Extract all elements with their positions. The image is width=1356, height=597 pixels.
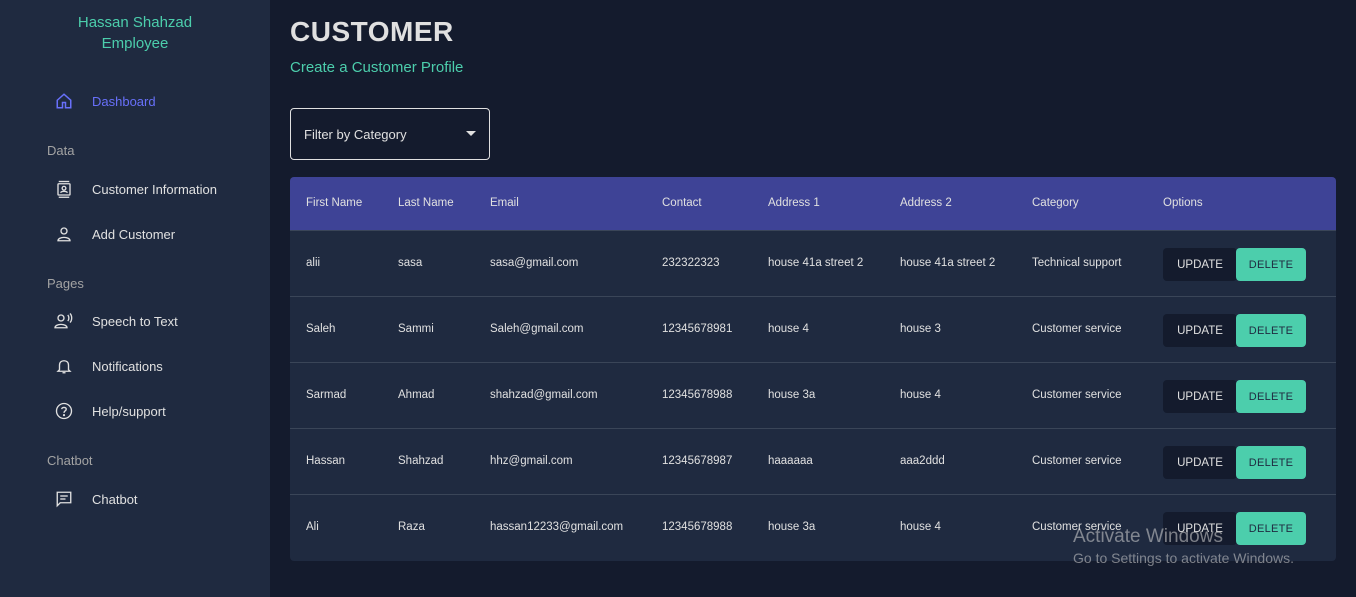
cell-category: Customer service bbox=[1032, 455, 1122, 467]
column-header-category[interactable]: Category bbox=[1032, 197, 1079, 209]
cell-first-name: Ali bbox=[306, 521, 319, 533]
user-profile: Hassan Shahzad Employee bbox=[0, 12, 270, 54]
cell-email: hassan12233@gmail.com bbox=[490, 521, 624, 533]
sidebar-item-help-support[interactable]: Help/support bbox=[52, 399, 166, 423]
cell-address-2: house 4 bbox=[900, 521, 941, 533]
delete-button[interactable]: DELETE bbox=[1236, 380, 1306, 413]
column-header-first-name[interactable]: First Name bbox=[306, 197, 362, 209]
page-subtitle: Create a Customer Profile bbox=[290, 59, 464, 76]
column-header-options: Options bbox=[1163, 197, 1203, 209]
sidebar: Hassan Shahzad Employee Dashboard Data C… bbox=[0, 0, 270, 597]
delete-button[interactable]: DELETE bbox=[1236, 446, 1306, 479]
cell-first-name: Hassan bbox=[306, 455, 345, 467]
main-content: CUSTOMER Create a Customer Profile Filte… bbox=[270, 0, 1356, 597]
sidebar-item-customer-information[interactable]: Customer Information bbox=[52, 177, 217, 201]
update-button[interactable]: UPDATE bbox=[1163, 314, 1237, 347]
help-icon bbox=[52, 399, 76, 423]
cell-contact: 12345678981 bbox=[662, 323, 733, 335]
sidebar-item-label: Add Customer bbox=[92, 226, 176, 242]
watermark-subtitle: Go to Settings to activate Windows. bbox=[1073, 550, 1294, 566]
column-header-address-2[interactable]: Address 2 bbox=[900, 197, 952, 209]
cell-address-2: house 41a street 2 bbox=[900, 257, 996, 269]
column-header-email[interactable]: Email bbox=[490, 197, 519, 209]
cell-first-name: Sarmad bbox=[306, 389, 347, 401]
sidebar-item-chatbot[interactable]: Chatbot bbox=[52, 487, 138, 511]
table-row[interactable]: Saleh Sammi Saleh@gmail.com 12345678981 … bbox=[290, 296, 1336, 362]
sidebar-item-label: Dashboard bbox=[92, 93, 156, 109]
chat-icon bbox=[52, 487, 76, 511]
user-name: Hassan Shahzad bbox=[77, 14, 193, 31]
section-label-chatbot: Chatbot bbox=[47, 453, 93, 468]
cell-email: hhz@gmail.com bbox=[490, 455, 573, 467]
cell-address-1: house 3a bbox=[768, 521, 816, 533]
cell-address-2: house 4 bbox=[900, 389, 941, 401]
bell-icon bbox=[52, 354, 76, 378]
sidebar-item-label: Customer Information bbox=[92, 181, 217, 197]
cell-email: sasa@gmail.com bbox=[490, 257, 579, 269]
cell-category: Customer service bbox=[1032, 389, 1122, 401]
customer-table: First Name Last Name Email Contact Addre… bbox=[290, 177, 1336, 561]
cell-last-name: Sammi bbox=[398, 323, 434, 335]
contacts-icon bbox=[52, 177, 76, 201]
table-row[interactable]: Sarmad Ahmad shahzad@gmail.com 123456789… bbox=[290, 362, 1336, 428]
sidebar-item-notifications[interactable]: Notifications bbox=[52, 354, 163, 378]
column-header-address-1[interactable]: Address 1 bbox=[768, 197, 820, 209]
page-title: CUSTOMER bbox=[290, 16, 454, 47]
cell-first-name: alii bbox=[306, 257, 321, 269]
cell-address-1: house 3a bbox=[768, 389, 816, 401]
cell-address-1: house 41a street 2 bbox=[768, 257, 864, 269]
home-icon bbox=[52, 89, 76, 113]
activation-watermark: Activate Windows Go to Settings to activ… bbox=[1073, 526, 1294, 566]
sidebar-item-label: Chatbot bbox=[92, 491, 138, 507]
cell-contact: 12345678988 bbox=[662, 389, 733, 401]
column-header-last-name[interactable]: Last Name bbox=[398, 197, 454, 209]
delete-button[interactable]: DELETE bbox=[1236, 248, 1306, 281]
dropdown-arrow-icon bbox=[466, 131, 476, 136]
category-filter-select[interactable]: Filter by Category bbox=[290, 108, 490, 160]
update-button[interactable]: UPDATE bbox=[1163, 380, 1237, 413]
cell-address-1: haaaaaa bbox=[768, 455, 813, 467]
cell-contact: 12345678988 bbox=[662, 521, 733, 533]
cell-category: Customer service bbox=[1032, 323, 1122, 335]
sidebar-item-label: Speech to Text bbox=[92, 313, 178, 329]
table-header: First Name Last Name Email Contact Addre… bbox=[290, 177, 1336, 231]
sidebar-item-label: Help/support bbox=[92, 403, 166, 419]
table-row[interactable]: Hassan Shahzad hhz@gmail.com 12345678987… bbox=[290, 428, 1336, 494]
table-row[interactable]: alii sasa sasa@gmail.com 232322323 house… bbox=[290, 230, 1336, 296]
cell-address-2: aaa2ddd bbox=[900, 455, 945, 467]
update-button[interactable]: UPDATE bbox=[1163, 248, 1237, 281]
delete-button[interactable]: DELETE bbox=[1236, 314, 1306, 347]
cell-last-name: Raza bbox=[398, 521, 425, 533]
sidebar-item-speech-to-text[interactable]: Speech to Text bbox=[52, 309, 178, 333]
section-label-pages: Pages bbox=[47, 276, 84, 291]
sidebar-item-label: Notifications bbox=[92, 358, 163, 374]
cell-last-name: Shahzad bbox=[398, 455, 444, 467]
voice-person-icon bbox=[52, 309, 76, 333]
section-label-data: Data bbox=[47, 143, 75, 158]
cell-first-name: Saleh bbox=[306, 323, 336, 335]
column-header-contact[interactable]: Contact bbox=[662, 197, 702, 209]
cell-email: Saleh@gmail.com bbox=[490, 323, 584, 335]
cell-last-name: Ahmad bbox=[398, 389, 435, 401]
cell-address-1: house 4 bbox=[768, 323, 809, 335]
watermark-title: Activate Windows bbox=[1073, 526, 1223, 547]
filter-label: Filter by Category bbox=[304, 126, 407, 142]
cell-contact: 12345678987 bbox=[662, 455, 733, 467]
cell-email: shahzad@gmail.com bbox=[490, 389, 598, 401]
sidebar-item-dashboard[interactable]: Dashboard bbox=[52, 89, 156, 113]
cell-category: Technical support bbox=[1032, 257, 1122, 269]
person-icon bbox=[52, 222, 76, 246]
cell-address-2: house 3 bbox=[900, 323, 941, 335]
update-button[interactable]: UPDATE bbox=[1163, 446, 1237, 479]
cell-contact: 232322323 bbox=[662, 257, 720, 269]
cell-last-name: sasa bbox=[398, 257, 423, 269]
sidebar-item-add-customer[interactable]: Add Customer bbox=[52, 222, 175, 246]
user-role: Employee bbox=[101, 35, 169, 52]
